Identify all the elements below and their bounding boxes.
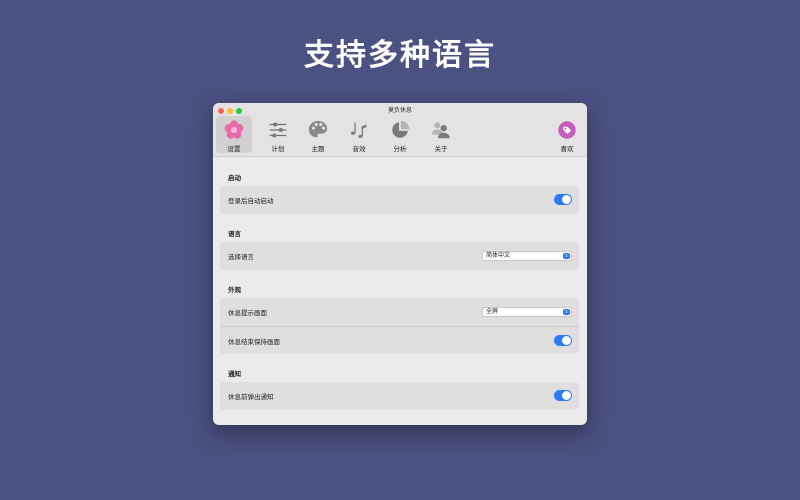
window-title: 莫负休息: [387, 107, 412, 114]
tab-about-label: 关于: [434, 145, 448, 153]
language-select[interactable]: 简体中文 ⇕: [482, 251, 572, 261]
language-select-value: 简体中文: [486, 252, 511, 259]
sliders-icon: [269, 122, 287, 138]
palette-icon: [308, 120, 328, 138]
tab-analysis-label: 分析: [393, 145, 407, 153]
tab-like[interactable]: 喜欢: [549, 116, 585, 153]
break-screen-select[interactable]: 全屏 ⇕: [482, 307, 572, 317]
tab-sound-label: 音效: [352, 145, 366, 153]
row-choose-language: 选择语言 简体中文 ⇕: [220, 242, 579, 270]
section-title-notification: 通知: [228, 370, 241, 378]
row-notify-before: 休息前弹出通知: [220, 382, 579, 410]
people-icon: [431, 122, 450, 139]
launch-at-login-label: 登录后自动启动: [228, 197, 274, 205]
chevron-updown-icon: ⇕: [563, 309, 570, 315]
heart-tag-icon: [558, 121, 576, 139]
row-break-screen: 休息提示画面 全屏 ⇕: [220, 298, 579, 326]
break-screen-select-value: 全屏: [486, 308, 499, 315]
pie-chart-icon: [392, 120, 410, 138]
launch-at-login-toggle[interactable]: [554, 194, 572, 205]
notify-before-label: 休息前弹出通知: [228, 393, 274, 401]
tab-like-label: 喜欢: [560, 145, 574, 153]
tab-about[interactable]: 关于: [423, 116, 459, 153]
card-language: 选择语言 简体中文 ⇕: [220, 242, 579, 270]
flower-icon: [224, 120, 244, 139]
keep-screen-label: 休息结束保持画面: [228, 337, 280, 346]
row-keep-screen: 休息结束保持画面: [220, 326, 579, 354]
app-window: 莫负休息 设置 计划 主题 音效 分析 关于 喜欢 启动 登录后自动启动 语言 …: [213, 103, 587, 425]
toolbar: 设置 计划 主题 音效 分析 关于 喜欢: [216, 116, 584, 154]
chevron-updown-icon: ⇕: [563, 253, 570, 259]
tab-settings-label: 设置: [227, 145, 241, 153]
headline: 支持多种语言: [304, 38, 496, 73]
notify-before-toggle[interactable]: [554, 390, 572, 401]
row-launch-at-login: 登录后自动启动: [220, 186, 579, 214]
card-appearance: 休息提示画面 全屏 ⇕ 休息结束保持画面: [220, 298, 579, 354]
tab-plan[interactable]: 计划: [260, 116, 296, 153]
tab-sound[interactable]: 音效: [341, 116, 377, 153]
card-startup: 登录后自动启动: [220, 186, 579, 214]
titlebar: 莫负休息 设置 计划 主题 音效 分析 关于 喜欢: [213, 103, 587, 157]
tab-theme[interactable]: 主题: [300, 116, 336, 153]
tab-settings[interactable]: 设置: [216, 116, 252, 153]
choose-language-label: 选择语言: [228, 253, 254, 261]
break-screen-label: 休息提示画面: [228, 309, 267, 317]
tab-analysis[interactable]: 分析: [382, 116, 418, 153]
section-title-startup: 启动: [228, 174, 241, 182]
section-title-appearance: 外观: [228, 286, 241, 294]
tab-plan-label: 计划: [271, 145, 285, 153]
music-notes-icon: [351, 122, 367, 138]
section-title-language: 语言: [228, 230, 241, 238]
keep-screen-toggle[interactable]: [554, 335, 572, 346]
tab-theme-label: 主题: [311, 145, 325, 153]
card-notification: 休息前弹出通知: [220, 382, 579, 410]
